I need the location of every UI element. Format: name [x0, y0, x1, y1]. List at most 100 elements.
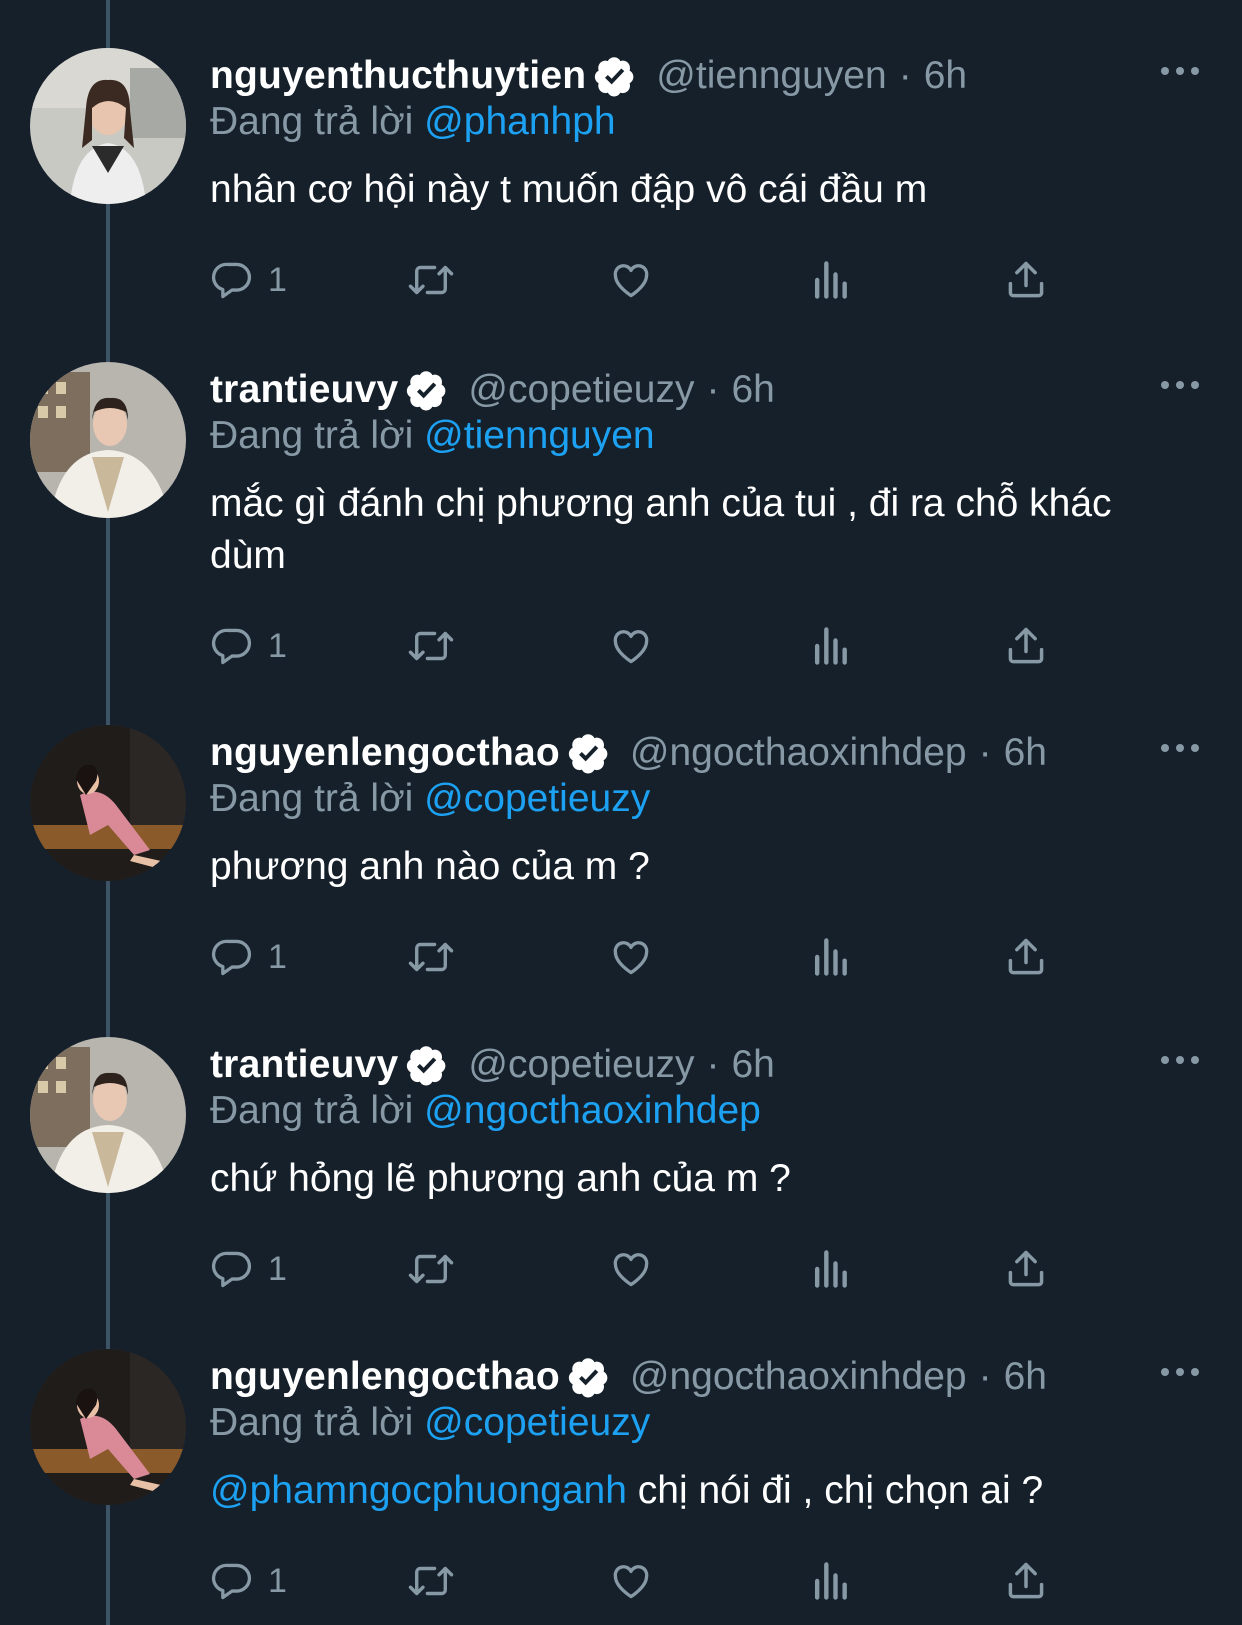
replying-to: Đang trả lời @copetieuzy	[210, 777, 650, 821]
tweet-text: @phamngocphuonganh chị nói đi , chị chọn…	[210, 1465, 1170, 1517]
display-name[interactable]: trantieuvy	[210, 1043, 398, 1087]
retweet-icon	[408, 1254, 454, 1284]
replying-to: Đang trả lời @phanhph	[210, 100, 616, 144]
verified-badge-icon	[568, 732, 610, 774]
reply-button[interactable]: 1	[210, 618, 287, 674]
reply-button[interactable]: 1	[210, 929, 287, 985]
replying-to: Đang trả lời @copetieuzy	[210, 1401, 650, 1445]
avatar[interactable]	[30, 1037, 186, 1193]
more-icon[interactable]	[1160, 1363, 1200, 1381]
verified-badge-icon	[406, 1044, 448, 1086]
display-name[interactable]: nguyenlengocthao	[210, 1355, 560, 1399]
reply-icon	[211, 628, 252, 665]
share-button[interactable]	[1004, 252, 1048, 308]
timestamp[interactable]: 6h	[1004, 1355, 1047, 1399]
verified-badge-icon	[568, 1356, 610, 1398]
analytics-icon	[814, 938, 847, 976]
reply-button[interactable]: 1	[210, 1241, 287, 1297]
retweet-button[interactable]	[406, 929, 456, 985]
share-icon	[1008, 261, 1044, 298]
retweet-icon	[408, 631, 454, 661]
separator-dot: ·	[898, 54, 912, 97]
handle[interactable]: @tiennguyen	[656, 54, 886, 98]
separator-dot: ·	[978, 1355, 992, 1398]
like-button[interactable]	[608, 929, 654, 985]
avatar[interactable]	[30, 725, 186, 881]
analytics-button[interactable]	[810, 618, 850, 674]
reply-icon	[211, 1563, 252, 1600]
retweet-button[interactable]	[406, 618, 456, 674]
action-bar: 1	[210, 252, 1090, 308]
more-icon[interactable]	[1160, 739, 1200, 757]
retweet-button[interactable]	[406, 1241, 456, 1297]
retweet-icon	[408, 942, 454, 972]
action-bar: 1	[210, 1241, 1090, 1297]
replying-to-mention[interactable]: @copetieuzy	[424, 1401, 650, 1444]
reply-icon	[211, 1251, 252, 1288]
handle[interactable]: @copetieuzy	[468, 368, 694, 412]
timestamp[interactable]: 6h	[731, 368, 774, 412]
analytics-button[interactable]	[810, 1241, 850, 1297]
tweet-text: phương anh nào của m ?	[210, 845, 650, 888]
share-icon	[1008, 938, 1044, 975]
like-icon	[613, 264, 649, 298]
more-icon[interactable]	[1160, 1051, 1200, 1069]
handle[interactable]: @ngocthaoxinhdep	[630, 731, 967, 775]
avatar[interactable]	[30, 48, 186, 204]
display-name[interactable]: trantieuvy	[210, 368, 398, 412]
display-name[interactable]: nguyenlengocthao	[210, 731, 560, 775]
share-button[interactable]	[1004, 1553, 1048, 1609]
analytics-icon	[814, 261, 847, 299]
retweet-button[interactable]	[406, 1553, 456, 1609]
reply-button[interactable]: 1	[210, 252, 287, 308]
like-button[interactable]	[608, 1241, 654, 1297]
like-button[interactable]	[608, 618, 654, 674]
reply-count: 1	[268, 260, 287, 299]
separator-dot: ·	[706, 1043, 720, 1086]
tweet-text-mention[interactable]: @phamngocphuonganh	[210, 1469, 627, 1512]
replying-label: Đang trả lời	[210, 414, 414, 457]
like-icon	[613, 630, 649, 664]
tweet-text: mắc gì đánh chị phương anh của tui , đi …	[210, 482, 1112, 577]
retweet-button[interactable]	[406, 252, 456, 308]
analytics-icon	[814, 1562, 847, 1600]
reply-button[interactable]: 1	[210, 1553, 287, 1609]
replying-to: Đang trả lời @tiennguyen	[210, 414, 655, 458]
avatar[interactable]	[30, 362, 186, 518]
reply-count: 1	[268, 937, 287, 976]
timestamp[interactable]: 6h	[924, 54, 967, 98]
share-icon	[1008, 1250, 1044, 1287]
analytics-button[interactable]	[810, 929, 850, 985]
like-button[interactable]	[608, 1553, 654, 1609]
retweet-icon	[408, 265, 454, 295]
verified-badge-icon	[594, 55, 636, 97]
like-button[interactable]	[608, 252, 654, 308]
more-icon[interactable]	[1160, 62, 1200, 80]
handle[interactable]: @ngocthaoxinhdep	[630, 1355, 967, 1399]
replying-to-mention[interactable]: @copetieuzy	[424, 777, 650, 820]
share-icon	[1008, 1562, 1044, 1599]
display-name[interactable]: nguyenthucthuytien	[210, 54, 586, 98]
timestamp[interactable]: 6h	[1004, 731, 1047, 775]
more-icon[interactable]	[1160, 376, 1200, 394]
reply-count: 1	[268, 626, 287, 665]
separator-dot: ·	[978, 731, 992, 774]
share-button[interactable]	[1004, 618, 1048, 674]
share-icon	[1008, 627, 1044, 664]
replying-label: Đang trả lời	[210, 100, 414, 143]
separator-dot: ·	[706, 368, 720, 411]
avatar[interactable]	[30, 1349, 186, 1505]
replying-to-mention[interactable]: @tiennguyen	[424, 414, 654, 457]
tweet-text: chứ hỏng lẽ phương anh của m ?	[210, 1157, 791, 1200]
replying-to-mention[interactable]: @phanhph	[424, 100, 615, 143]
replying-to-mention[interactable]: @ngocthaoxinhdep	[424, 1089, 761, 1132]
share-button[interactable]	[1004, 1241, 1048, 1297]
analytics-button[interactable]	[810, 1553, 850, 1609]
handle[interactable]: @copetieuzy	[468, 1043, 694, 1087]
action-bar: 1	[210, 929, 1090, 985]
tweet-text-content: chị nói đi , chị chọn ai ?	[626, 1469, 1044, 1512]
replying-label: Đang trả lời	[210, 777, 414, 820]
analytics-button[interactable]	[810, 252, 850, 308]
timestamp[interactable]: 6h	[731, 1043, 774, 1087]
share-button[interactable]	[1004, 929, 1048, 985]
